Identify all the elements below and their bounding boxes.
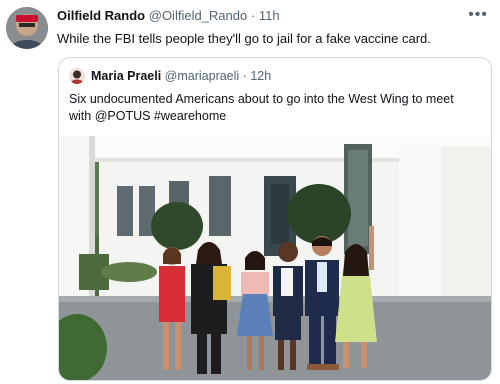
tweet-text: While the FBI tells people they'll go to… bbox=[57, 31, 431, 46]
author-avatar[interactable] bbox=[6, 7, 48, 49]
tweet-card[interactable]: Oilfield Rando @Oilfield_Rando · 11h •••… bbox=[0, 0, 500, 384]
quoted-header: Maria Praeli @mariapraeli · 12h bbox=[91, 69, 271, 83]
tweet-time[interactable]: 11h bbox=[259, 8, 280, 23]
quoted-time[interactable]: 12h bbox=[250, 69, 271, 83]
quoted-tweet[interactable]: Maria Praeli @mariapraeli · 12h Six undo… bbox=[58, 57, 492, 381]
quoted-text-line-2: with @POTUS #wearehome bbox=[69, 109, 227, 123]
quoted-text-line-1: Six undocumented Americans about to go i… bbox=[69, 92, 454, 106]
author-handle[interactable]: @Oilfield_Rando bbox=[149, 8, 247, 23]
quoted-author-name[interactable]: Maria Praeli bbox=[91, 69, 161, 83]
tweet-header: Oilfield Rando @Oilfield_Rando · 11h bbox=[57, 8, 280, 23]
quoted-author-avatar[interactable] bbox=[69, 68, 85, 84]
separator-dot: · bbox=[250, 8, 256, 23]
author-name[interactable]: Oilfield Rando bbox=[57, 8, 145, 23]
quoted-separator-dot: · bbox=[242, 69, 247, 83]
quoted-author-handle[interactable]: @mariapraeli bbox=[165, 69, 240, 83]
quoted-text: Six undocumented Americans about to go i… bbox=[69, 91, 479, 125]
quoted-photo[interactable] bbox=[59, 136, 491, 380]
more-options-icon[interactable]: ••• bbox=[468, 6, 488, 24]
